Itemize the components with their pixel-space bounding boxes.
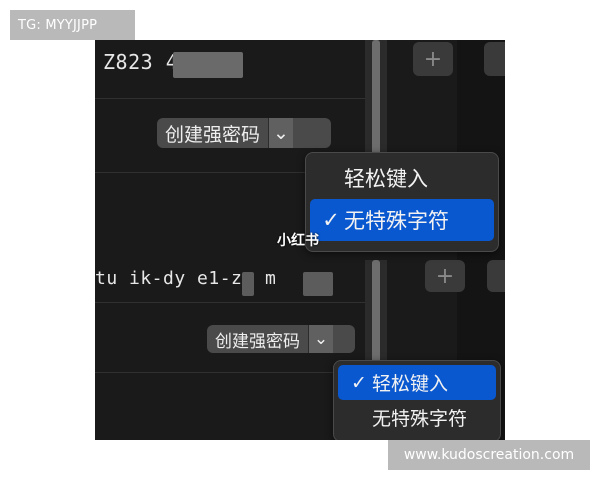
menu-item-no-special-chars[interactable]: 无特殊字符 [338,400,496,435]
plus-icon: + [423,46,443,72]
remove-button[interactable] [487,260,505,292]
add-button[interactable]: + [425,260,465,292]
watermark-bottom: www.kudoscreation.com [388,440,590,470]
menu-item-easy-typing[interactable]: 轻松键入 [310,157,494,199]
redaction-blur [242,272,254,296]
menu-item-label: 轻松键入 [344,167,428,191]
menu-item-no-special-chars[interactable]: ✓ 无特殊字符 [310,199,494,241]
plus-icon: + [435,263,455,289]
menu-item-easy-typing[interactable]: ✓ 轻松键入 [338,365,496,400]
redaction-blur [173,52,243,78]
watermark-top: TG: MYYJJPP [10,10,135,40]
redaction-blur [303,272,333,296]
menu-item-label: 轻松键入 [372,373,449,395]
button-label: 创建强密码 [165,123,261,146]
button-label: 创建强密码 [215,331,300,352]
add-button[interactable]: + [413,42,453,76]
divider [95,98,365,99]
chevron-down-icon[interactable]: ⌄ [268,118,294,148]
menu-item-label: 无特殊字符 [372,408,468,430]
password-settings-panel: + + Z823 48qEz 创建强密码 ⌄ 轻松键入 ✓ 无特殊字符 小红书 … [95,40,505,440]
create-strong-password-button[interactable]: 创建强密码 ⌄ [157,118,331,148]
chevron-down-icon[interactable]: ⌄ [308,325,333,353]
divider [95,302,365,303]
password-style-menu: 轻松键入 ✓ 无特殊字符 [305,152,499,252]
password-style-menu: ✓ 轻松键入 无特殊字符 [333,360,501,440]
remove-button[interactable] [484,42,505,76]
xiaohongshu-watermark: 小红书 [277,233,319,249]
check-icon: ✓ [351,371,367,394]
check-icon: ✓ [322,208,340,232]
divider [95,372,365,373]
create-strong-password-button[interactable]: 创建强密码 ⌄ [207,325,355,353]
menu-item-label: 无特殊字符 [344,209,449,233]
